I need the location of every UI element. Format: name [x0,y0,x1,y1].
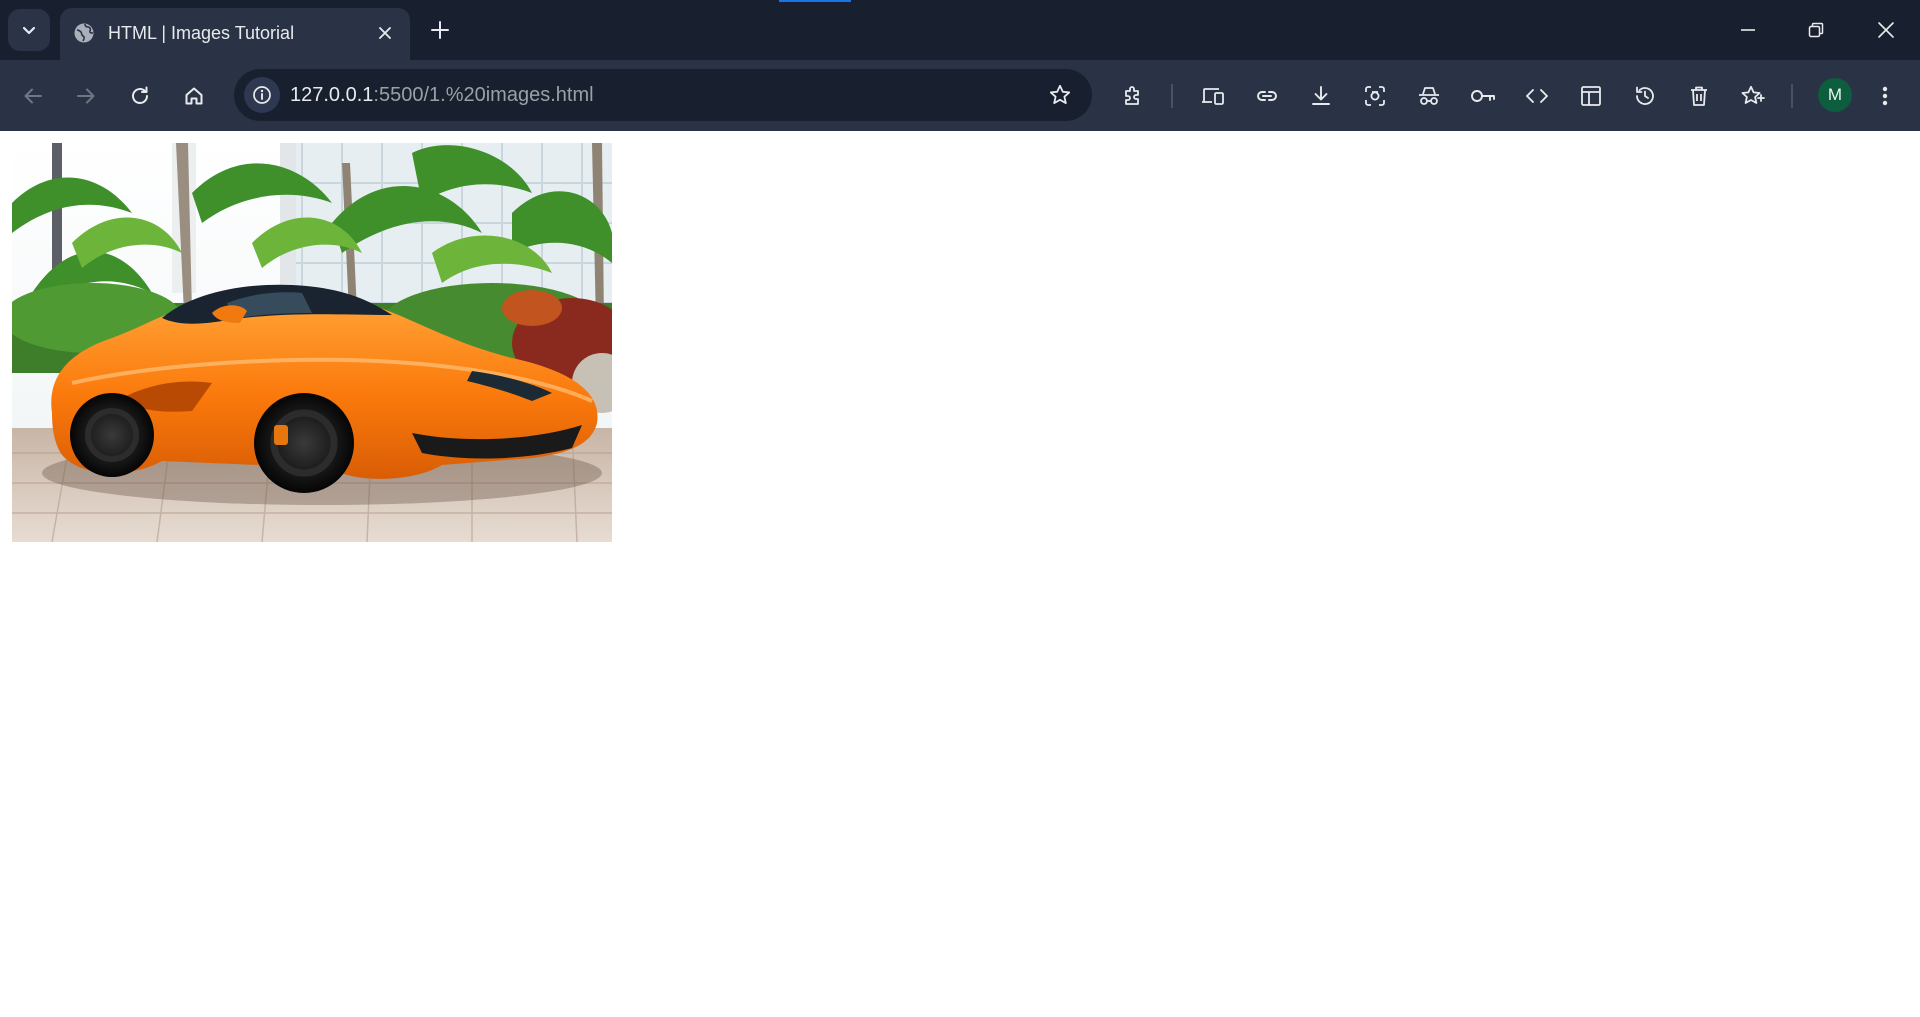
minimize-button[interactable] [1714,0,1782,60]
layout-icon [1579,84,1603,108]
chevron-down-icon [21,22,37,38]
history-icon [1633,84,1657,108]
screenshot-icon [1363,84,1387,108]
browser-tab[interactable]: HTML | Images Tutorial [60,8,410,60]
globe-icon [72,21,96,45]
extensions-button[interactable] [1114,77,1152,115]
delete-icon [1687,84,1711,108]
favorites-icon [1740,84,1766,108]
url-text[interactable]: 127.0.0.1:5500/1.%20images.html [290,83,594,107]
url-path: :5500/1.%20images.html [373,84,594,106]
toolbar-divider [1171,84,1173,108]
browser-toolbar: 127.0.0.1:5500/1.%20images.html M [0,60,1920,131]
history-button[interactable] [1626,77,1664,115]
title-bar: HTML | Images Tutorial [0,0,1920,60]
site-info-button[interactable] [244,77,280,113]
passwords-button[interactable] [1464,77,1502,115]
reload-icon [129,85,151,107]
favorites-button[interactable] [1734,77,1772,115]
reload-button[interactable] [121,77,159,115]
copy-link-button[interactable] [1248,77,1286,115]
more-menu-icon [1881,84,1889,108]
link-icon [1254,84,1280,108]
forward-icon [75,85,97,107]
tab-title: HTML | Images Tutorial [108,23,295,43]
restore-icon [1808,22,1824,38]
password-key-icon [1469,84,1497,108]
back-icon [22,85,44,107]
download-button[interactable] [1302,77,1340,115]
code-icon [1524,84,1550,108]
restore-button[interactable] [1782,0,1850,60]
close-window-button[interactable] [1852,0,1920,60]
devices-button[interactable] [1194,77,1232,115]
home-icon [183,85,205,107]
devices-icon [1200,84,1226,108]
toolbar-divider [1791,84,1793,108]
incognito-icon [1416,84,1442,108]
back-button[interactable] [14,77,52,115]
delete-button[interactable] [1680,77,1718,115]
car-image [12,143,612,542]
plus-icon [430,20,450,40]
new-tab-button[interactable] [422,12,458,48]
url-host: 127.0.0.1 [290,84,374,106]
incognito-button[interactable] [1410,77,1448,115]
close-icon [1877,21,1895,39]
more-menu-button[interactable] [1866,77,1904,115]
close-tab-icon[interactable] [370,18,400,48]
bookmark-star-button[interactable] [1042,77,1078,113]
minimize-icon [1740,22,1756,38]
forward-button[interactable] [67,77,105,115]
extensions-icon [1121,84,1145,108]
site-info-icon [252,85,272,105]
address-bar[interactable]: 127.0.0.1:5500/1.%20images.html [234,69,1092,121]
tab-search-button[interactable] [8,9,50,51]
home-button[interactable] [175,77,213,115]
loading-indicator [779,0,851,2]
download-icon [1309,84,1333,108]
developer-tools-button[interactable] [1518,77,1556,115]
screenshot-button[interactable] [1356,77,1394,115]
profile-avatar[interactable]: M [1818,78,1852,112]
page-viewport [0,131,1920,1017]
layout-button[interactable] [1572,77,1610,115]
bookmark-star-icon [1048,83,1072,107]
